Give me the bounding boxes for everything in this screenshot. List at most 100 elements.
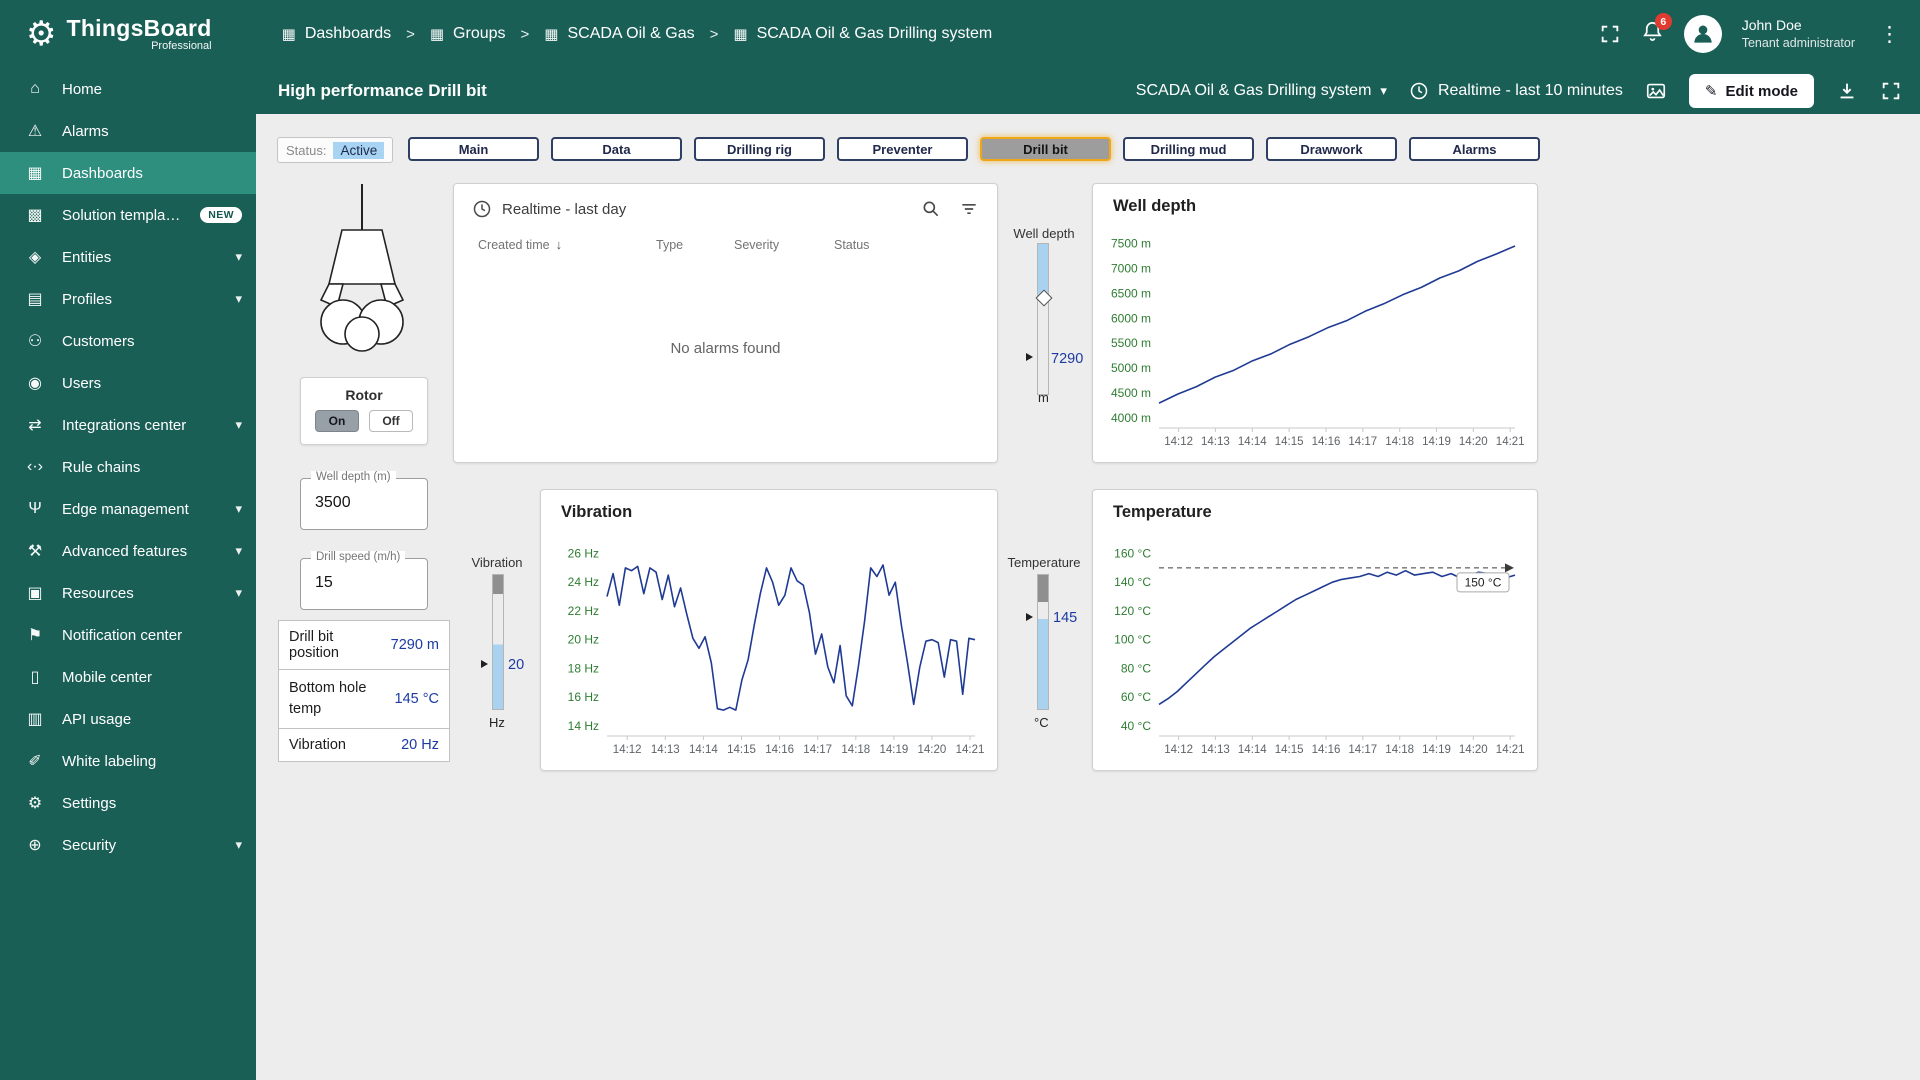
dashboard-state-title: High performance Drill bit xyxy=(278,81,487,100)
breadcrumb-item-current-dashboard[interactable]: ▦ SCADA Oil & Gas Drilling system xyxy=(733,25,992,43)
sidebar-item-label: API usage xyxy=(62,710,132,728)
readout-value: 7290 m xyxy=(390,637,439,653)
sidebar-item-entities[interactable]: ◈ Entities ▾ xyxy=(0,236,256,278)
image-gallery-icon[interactable] xyxy=(1645,80,1667,102)
well-depth-input[interactable]: Well depth (m) 3500 xyxy=(300,471,428,530)
dashboards-grid-icon: ▦ xyxy=(281,26,296,43)
tab-drawwork[interactable]: Drawwork xyxy=(1266,137,1397,161)
sidebar-item-dashboards[interactable]: ▦ Dashboards xyxy=(0,152,256,194)
sidebar-item-label: Entities xyxy=(62,248,112,266)
sidebar-item-customers[interactable]: ⚇ Customers xyxy=(0,320,256,362)
well-depth-input-value[interactable]: 3500 xyxy=(315,494,427,512)
sidebar-item-label: Profiles xyxy=(62,290,113,308)
well-depth-pointer-icon xyxy=(1026,353,1033,361)
breadcrumb-item-scada-group[interactable]: ▦ SCADA Oil & Gas xyxy=(544,25,694,43)
sidebar-item-settings[interactable]: ⚙ Settings xyxy=(0,782,256,824)
sidebar-item-alarms[interactable]: ⚠ Alarms xyxy=(0,110,256,152)
api-usage-icon: ▥ xyxy=(27,711,43,728)
status-value-badge[interactable]: Active xyxy=(333,141,385,159)
vibration-slider-track[interactable] xyxy=(492,574,504,710)
user-avatar[interactable] xyxy=(1683,15,1722,53)
svg-text:4500 m: 4500 m xyxy=(1111,386,1151,400)
more-menu-icon[interactable]: ⋮ xyxy=(1875,22,1904,47)
tab-alarms[interactable]: Alarms xyxy=(1409,137,1540,161)
filter-icon[interactable] xyxy=(959,199,979,219)
resources-icon: ▣ xyxy=(27,585,43,602)
tab-data[interactable]: Data xyxy=(551,137,682,161)
fullscreen-dashboard-icon[interactable] xyxy=(1880,80,1902,102)
temperature-slider-track[interactable] xyxy=(1037,574,1049,710)
edit-mode-button[interactable]: ✎ Edit mode xyxy=(1688,74,1814,108)
alarms-timewindow-label[interactable]: Realtime - last day xyxy=(502,201,626,218)
breadcrumb-label: SCADA Oil & Gas xyxy=(567,25,695,42)
tab-drill-bit[interactable]: Drill bit xyxy=(980,137,1111,161)
svg-text:14:21: 14:21 xyxy=(1496,744,1525,756)
well-depth-slider-value: 7290 xyxy=(1051,351,1084,367)
sidebar-item-api-usage[interactable]: ▥ API usage xyxy=(0,698,256,740)
svg-text:14:18: 14:18 xyxy=(1385,436,1414,448)
logo-gear-icon: ⚙ xyxy=(26,14,57,53)
sidebar-item-security[interactable]: ⊕ Security ▾ xyxy=(0,824,256,866)
svg-text:60 °C: 60 °C xyxy=(1121,690,1151,704)
search-icon[interactable] xyxy=(921,199,941,219)
breadcrumb-separator: > xyxy=(709,25,719,43)
rotor-on-button[interactable]: On xyxy=(315,410,359,432)
svg-text:14:19: 14:19 xyxy=(1422,436,1451,448)
chart-title: Vibration xyxy=(561,503,633,521)
sidebar-item-users[interactable]: ◉ Users xyxy=(0,362,256,404)
tab-drilling-mud[interactable]: Drilling mud xyxy=(1123,137,1254,161)
column-severity[interactable]: Severity xyxy=(734,238,834,252)
chart-title: Well depth xyxy=(1113,197,1197,215)
temperature-slider-label: Temperature xyxy=(1007,555,1081,570)
svg-text:14:13: 14:13 xyxy=(1201,744,1230,756)
column-status[interactable]: Status xyxy=(834,238,869,252)
breadcrumb-label: SCADA Oil & Gas Drilling system xyxy=(756,25,993,42)
breadcrumb-item-dashboards[interactable]: ▦ Dashboards xyxy=(282,25,391,43)
drill-speed-input-value[interactable]: 15 xyxy=(315,574,427,592)
sidebar-item-solution-templates[interactable]: ▩ Solution templates NEW xyxy=(0,194,256,236)
notifications-bell-icon[interactable]: 6 xyxy=(1641,13,1672,48)
drill-speed-input[interactable]: Drill speed (m/h) 15 xyxy=(300,551,428,610)
sidebar-item-notification-center[interactable]: ⚑ Notification center xyxy=(0,614,256,656)
sidebar-item-label: Solution templates xyxy=(62,206,185,224)
sidebar-item-integrations-center[interactable]: ⇄ Integrations center ▾ xyxy=(0,404,256,446)
sidebar-item-rule-chains[interactable]: ‹·› Rule chains xyxy=(0,446,256,488)
sidebar-item-home[interactable]: ⌂ Home xyxy=(0,68,256,110)
dashboard-select[interactable]: SCADA Oil & Gas Drilling system ▾ xyxy=(1136,82,1387,100)
vibration-slider-unit: Hz xyxy=(489,715,505,730)
timewindow-button[interactable]: Realtime - last 10 minutes xyxy=(1409,81,1623,101)
tab-main[interactable]: Main xyxy=(408,137,539,161)
sidebar-item-resources[interactable]: ▣ Resources ▾ xyxy=(0,572,256,614)
svg-text:40 °C: 40 °C xyxy=(1121,719,1151,733)
notification-count-badge: 6 xyxy=(1654,13,1672,30)
pencil-icon: ✎ xyxy=(1704,83,1718,100)
settings-gear-icon: ⚙ xyxy=(27,795,43,812)
temperature-slider-value: 145 xyxy=(1053,610,1078,626)
tab-preventer[interactable]: Preventer xyxy=(837,137,968,161)
sidebar-item-label: Resources xyxy=(62,584,134,602)
svg-text:14:16: 14:16 xyxy=(1312,436,1341,448)
well-depth-chart-widget: Well depth 7500 m 7000 m 6500 m 6000 m 5500 … xyxy=(1092,183,1538,463)
rotor-off-button[interactable]: Off xyxy=(369,410,413,432)
sidebar-item-profiles[interactable]: ▤ Profiles ▾ xyxy=(0,278,256,320)
sidebar-item-advanced-features[interactable]: ⚒ Advanced features ▾ xyxy=(0,530,256,572)
sidebar-item-mobile-center[interactable]: ▯ Mobile center xyxy=(0,656,256,698)
sidebar-item-white-labeling[interactable]: ✐ White labeling xyxy=(0,740,256,782)
download-icon[interactable] xyxy=(1836,80,1858,102)
breadcrumb-item-groups[interactable]: ▦ Groups xyxy=(430,25,506,43)
svg-text:16 Hz: 16 Hz xyxy=(568,690,599,704)
sidebar-item-edge-management[interactable]: Ψ Edge management ▾ xyxy=(0,488,256,530)
sidebar-item-label: Security xyxy=(62,836,117,854)
well-depth-slider-track[interactable] xyxy=(1037,243,1049,395)
svg-text:5500 m: 5500 m xyxy=(1111,336,1151,350)
user-block[interactable]: John Doe Tenant administrator xyxy=(1742,16,1855,52)
clock-icon xyxy=(1410,82,1428,100)
well-depth-input-label: Well depth (m) xyxy=(311,471,396,483)
home-icon: ⌂ xyxy=(30,80,40,97)
tab-drilling-rig[interactable]: Drilling rig xyxy=(694,137,825,161)
fullscreen-icon[interactable] xyxy=(1599,23,1621,45)
sidebar-item-label: Customers xyxy=(62,332,135,350)
column-type[interactable]: Type xyxy=(656,238,734,252)
sidebar-item-label: Notification center xyxy=(62,626,183,644)
column-created-time[interactable]: Created time ↓ xyxy=(478,237,656,252)
